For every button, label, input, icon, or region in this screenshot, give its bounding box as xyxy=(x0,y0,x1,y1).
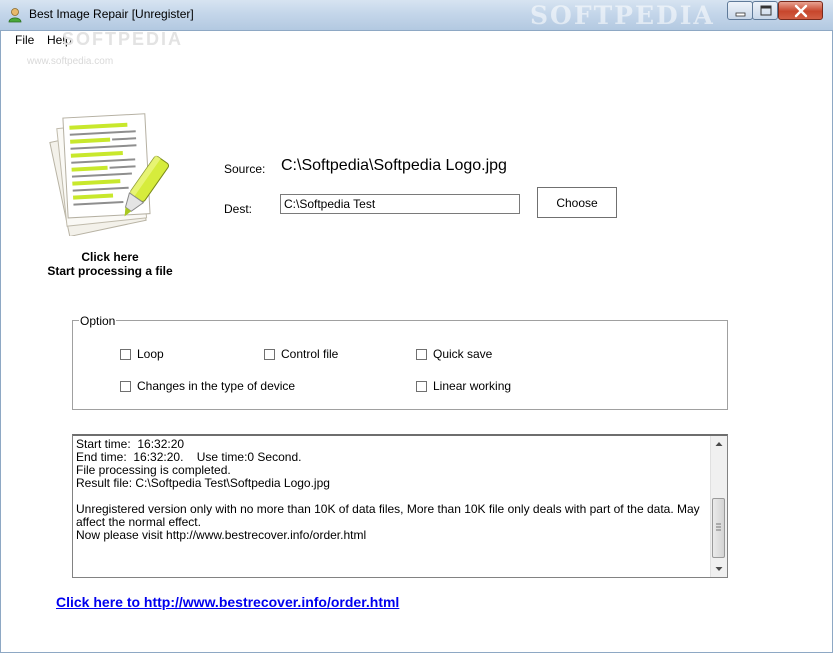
minimize-icon xyxy=(735,12,746,17)
maximize-button[interactable] xyxy=(752,1,778,20)
scroll-down-button[interactable] xyxy=(711,561,727,577)
loop-checkbox[interactable]: Loop xyxy=(120,347,164,361)
changes-device-checkbox[interactable]: Changes in the type of device xyxy=(120,379,295,393)
control-file-checkbox[interactable]: Control file xyxy=(264,347,338,361)
checkbox-box[interactable] xyxy=(120,348,131,360)
order-link[interactable]: Click here to http://www.bestrecover.inf… xyxy=(56,594,399,610)
dest-input[interactable] xyxy=(280,194,520,214)
dest-label: Dest: xyxy=(224,202,253,216)
window-frame-left xyxy=(0,30,1,653)
start-processing-label: Start processing a file xyxy=(47,264,173,278)
close-icon xyxy=(794,4,808,18)
changes-device-label: Changes in the type of device xyxy=(137,379,296,393)
quick-save-checkbox[interactable]: Quick save xyxy=(416,347,492,361)
log-scrollbar[interactable] xyxy=(710,436,727,577)
scroll-up-icon xyxy=(715,442,723,446)
softpedia-url-watermark: www.softpedia.com xyxy=(27,56,114,67)
grip-icon xyxy=(716,523,721,531)
click-here-label: Click here xyxy=(81,250,139,264)
linear-working-label: Linear working xyxy=(433,379,512,393)
log-text: Start time: 16:32:20 End time: 16:32:20.… xyxy=(76,437,700,542)
control-file-label: Control file xyxy=(281,347,339,361)
app-user-icon xyxy=(8,7,22,23)
choose-button[interactable]: Choose xyxy=(537,187,617,218)
checkbox-box[interactable] xyxy=(416,380,427,392)
options-group xyxy=(72,320,728,410)
window-title: Best Image Repair [Unregister] xyxy=(29,7,194,21)
checkbox-box[interactable] xyxy=(120,380,131,392)
log-textarea[interactable]: Start time: 16:32:20 End time: 16:32:20.… xyxy=(72,434,728,578)
linear-working-checkbox[interactable]: Linear working xyxy=(416,379,511,393)
scroll-up-button[interactable] xyxy=(711,436,727,452)
minimize-button[interactable] xyxy=(727,1,753,20)
softpedia-watermark-menu: SOFTPEDIA xyxy=(62,29,184,49)
process-file-caption[interactable]: Click here Start processing a file xyxy=(20,250,200,278)
maximize-icon xyxy=(760,5,772,16)
menu-file[interactable]: File xyxy=(15,33,34,47)
checkbox-box[interactable] xyxy=(264,348,275,360)
document-highlighter-icon xyxy=(49,113,170,238)
source-path: C:\Softpedia\Softpedia Logo.jpg xyxy=(281,157,507,174)
checkbox-box[interactable] xyxy=(416,348,427,360)
scroll-thumb[interactable] xyxy=(712,498,725,558)
title-bar: Best Image Repair [Unregister] SOFTPEDIA xyxy=(0,0,833,31)
options-group-title: Option xyxy=(79,314,117,328)
quick-save-label: Quick save xyxy=(433,347,493,361)
loop-label: Loop xyxy=(137,347,164,361)
process-file-button[interactable] xyxy=(44,106,176,238)
source-label: Source: xyxy=(224,162,266,176)
scroll-down-icon xyxy=(715,567,723,571)
close-button[interactable] xyxy=(778,1,823,20)
softpedia-watermark: SOFTPEDIA xyxy=(530,1,715,30)
